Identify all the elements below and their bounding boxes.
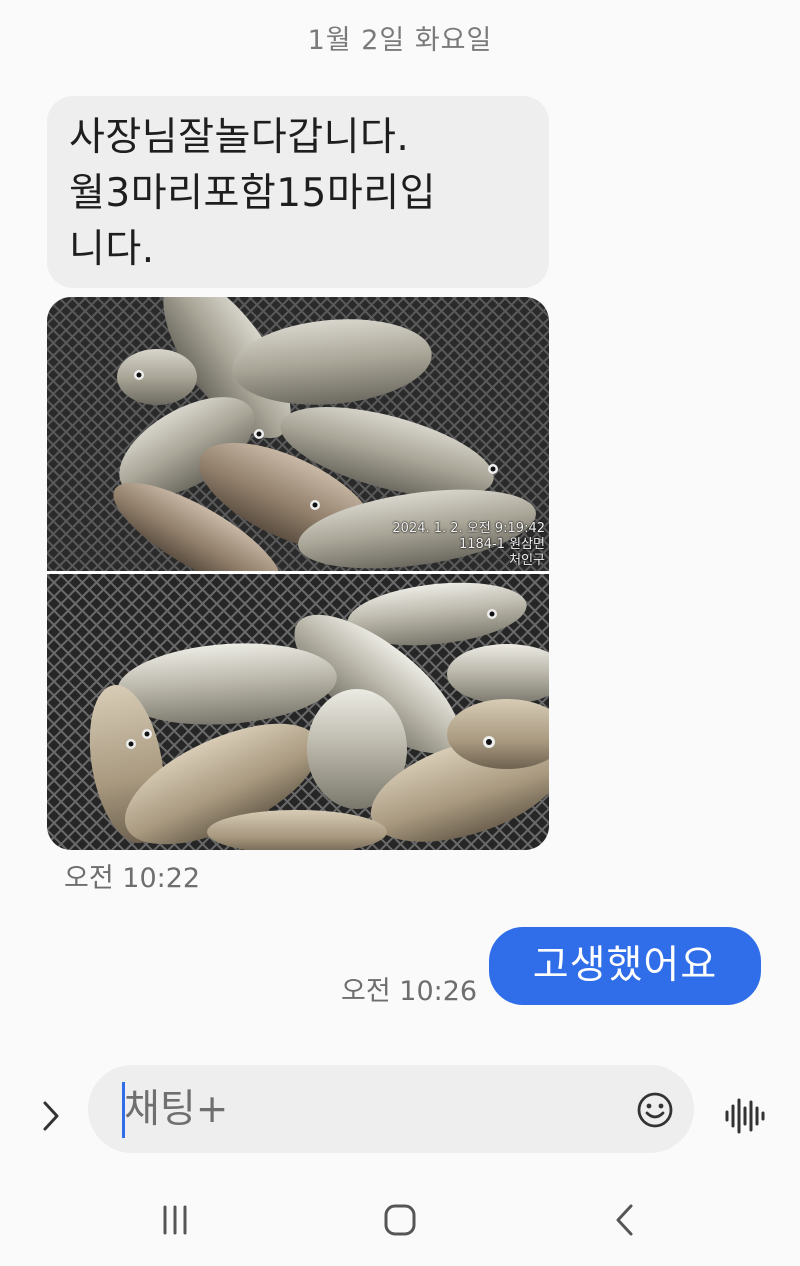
message-input[interactable] bbox=[124, 1082, 604, 1136]
incoming-message-bubble[interactable]: 사장님잘놀다갑니다. 월3마리포함15마리입 니다. bbox=[47, 96, 549, 288]
fish-photo-2[interactable] bbox=[47, 574, 549, 850]
chevron-right-icon bbox=[43, 1101, 59, 1131]
photo-timestamp: 2024. 1. 2. 오전 9:19:42 1184-1 원삼면 처인구 bbox=[392, 521, 545, 568]
system-navigation-bar bbox=[0, 1180, 800, 1266]
home-button[interactable] bbox=[380, 1200, 420, 1240]
home-icon bbox=[384, 1204, 416, 1236]
voice-input-button[interactable] bbox=[722, 1096, 766, 1136]
text-caret bbox=[122, 1082, 125, 1138]
back-icon bbox=[616, 1204, 633, 1236]
fish-photo-1[interactable]: 2024. 1. 2. 오전 9:19:42 1184-1 원삼면 처인구 bbox=[47, 297, 549, 571]
date-header: 1월 2일 화요일 bbox=[307, 25, 493, 56]
recent-apps-icon bbox=[163, 1205, 187, 1235]
smiley-icon bbox=[637, 1092, 673, 1128]
message-composer bbox=[88, 1065, 694, 1153]
outgoing-message-time: 오전 10:26 bbox=[341, 976, 478, 1007]
expand-options-button[interactable] bbox=[36, 1096, 66, 1136]
back-button[interactable] bbox=[605, 1200, 645, 1240]
incoming-message-time: 오전 10:22 bbox=[64, 863, 201, 894]
voice-wave-icon bbox=[725, 1098, 765, 1134]
recent-apps-button[interactable] bbox=[155, 1200, 195, 1240]
emoji-button[interactable] bbox=[636, 1091, 674, 1129]
outgoing-message-bubble[interactable]: 고생했어요 bbox=[489, 927, 761, 1005]
incoming-photo-attachment[interactable]: 2024. 1. 2. 오전 9:19:42 1184-1 원삼면 처인구 bbox=[47, 297, 549, 850]
